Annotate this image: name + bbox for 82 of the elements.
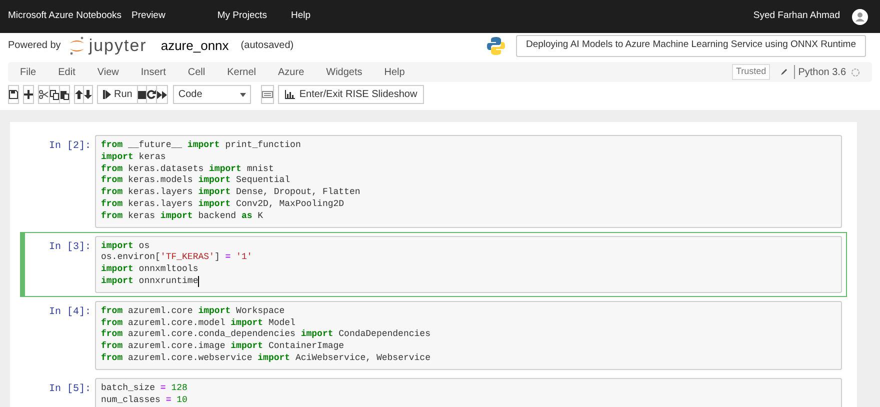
code-line: from azureml.core.image import ContainerImage xyxy=(101,341,344,353)
step-icon xyxy=(103,90,111,99)
code-line: import onnxruntime xyxy=(101,276,200,288)
run-all-button[interactable] xyxy=(156,85,168,104)
avatar-icon[interactable] xyxy=(852,8,868,24)
code-line: import os xyxy=(101,240,150,252)
code-editor[interactable] xyxy=(95,300,842,370)
notebook-name[interactable]: azure_onnx xyxy=(160,36,229,56)
copy-button[interactable] xyxy=(49,85,60,104)
save-icon xyxy=(9,90,18,99)
powered-by-label: Powered by xyxy=(8,39,61,53)
jupyter-logo-icon xyxy=(68,36,85,56)
restart-icon xyxy=(147,90,156,99)
preview-label: Preview xyxy=(132,9,166,24)
menu-item[interactable]: Kernel xyxy=(227,64,256,80)
scissors-icon xyxy=(39,90,49,99)
selected-cell-frame[interactable]: In [3]: import os os.environ['TF_KERAS'] = '1' import onnxmltools import onnxruntime xyxy=(20,232,847,297)
code-line: from azureml.core.webservice import AciWebservice, Webservice xyxy=(101,352,430,365)
code-line: batch_size = 128 xyxy=(101,382,188,395)
bar-chart-icon xyxy=(285,90,296,99)
cell-type-dropdown[interactable]: Code xyxy=(173,85,252,104)
save-status: (autosaved) xyxy=(240,39,294,53)
move-down-button[interactable] xyxy=(83,85,93,104)
paste-button[interactable] xyxy=(59,85,70,104)
trusted-badge[interactable]: Trusted xyxy=(732,64,770,80)
code-line: from azureml.core.conda_dependencies import CondaDependencies xyxy=(101,329,430,341)
up-icon xyxy=(75,90,83,99)
paste-icon xyxy=(60,90,69,100)
menu-item[interactable]: View xyxy=(97,64,119,80)
code-line: from keras import backend as K xyxy=(101,210,264,223)
code-line: num_classes = 10 xyxy=(101,394,188,406)
caret-icon xyxy=(240,92,246,96)
nav-link[interactable]: Help xyxy=(290,9,310,24)
code-line: from azureml.core import Workspace xyxy=(101,306,285,318)
notebook-title-field[interactable]: Deploying AI Models to Azure Machine Learning Service using ONNX Runtime xyxy=(516,34,866,56)
kernel-status-icon xyxy=(851,68,860,76)
brand-name[interactable]: Microsoft Azure Notebooks xyxy=(8,9,122,24)
pencil-icon[interactable] xyxy=(780,68,788,76)
code-line: from keras.layers import Conv2D, MaxPooling2D xyxy=(101,198,344,211)
menu-item[interactable]: Cell xyxy=(188,64,206,80)
cell-prompt: In [5]: xyxy=(48,384,91,395)
code-line: import onnxmltools xyxy=(101,264,198,276)
rise-slideshow-button[interactable]: Enter/Exit RISE Slideshow xyxy=(278,85,424,104)
text-cursor xyxy=(198,276,200,288)
menu-item[interactable]: Help xyxy=(384,64,405,80)
code-line: import keras xyxy=(101,152,166,164)
python-logo-icon xyxy=(486,36,506,56)
save-button[interactable] xyxy=(8,85,19,104)
insert-cell-button[interactable] xyxy=(23,85,34,104)
code-editor[interactable] xyxy=(95,135,842,228)
keyboard-icon xyxy=(262,91,274,98)
menu-item[interactable]: Widgets xyxy=(326,64,362,80)
code-editor[interactable]: import os os.environ['TF_KERAS'] = '1' import onnxmltools import onnxruntime xyxy=(95,236,842,293)
code-line: os.environ['TF_KERAS'] = '1' xyxy=(101,252,252,264)
restart-button[interactable] xyxy=(146,85,158,104)
code-editor[interactable]: batch_size = 128 num_classes = 10 xyxy=(95,378,842,407)
code-line: from keras.models import Sequential xyxy=(101,175,290,187)
cell-prompt: In [4]: xyxy=(48,306,91,318)
cell-prompt: In [2]: xyxy=(48,141,91,152)
down-icon xyxy=(84,90,92,99)
ff-icon xyxy=(157,90,168,98)
run-button[interactable]: Run xyxy=(97,85,138,104)
code-line: from __future__ import print_function xyxy=(101,140,301,152)
nav-link[interactable]: My Projects xyxy=(217,9,267,24)
code-line: from keras.datasets import mnist xyxy=(101,164,274,175)
stop-icon xyxy=(138,90,146,98)
plus-icon xyxy=(24,90,33,99)
code-line: from keras.layers import Dense, Dropout, Flatten xyxy=(101,187,360,199)
code-line: from azureml.core.model import Model xyxy=(101,318,296,329)
menu-item[interactable]: Azure xyxy=(278,64,304,80)
cut-button[interactable] xyxy=(38,85,50,104)
kernel-name: Python 3.6 xyxy=(798,66,846,80)
menu-item[interactable]: Insert xyxy=(140,64,166,80)
cell-prompt: In [3]: xyxy=(48,242,91,253)
menu-item[interactable]: Edit xyxy=(58,64,76,80)
menu-item[interactable]: File xyxy=(20,64,36,80)
copy-icon xyxy=(50,90,59,100)
interrupt-button[interactable] xyxy=(137,85,148,104)
user-name[interactable]: Syed Farhan Ahmad xyxy=(753,9,840,24)
jupyter-logo-text: jupyter xyxy=(88,36,147,56)
command-palette-button[interactable] xyxy=(261,85,274,104)
move-up-button[interactable] xyxy=(74,85,84,104)
